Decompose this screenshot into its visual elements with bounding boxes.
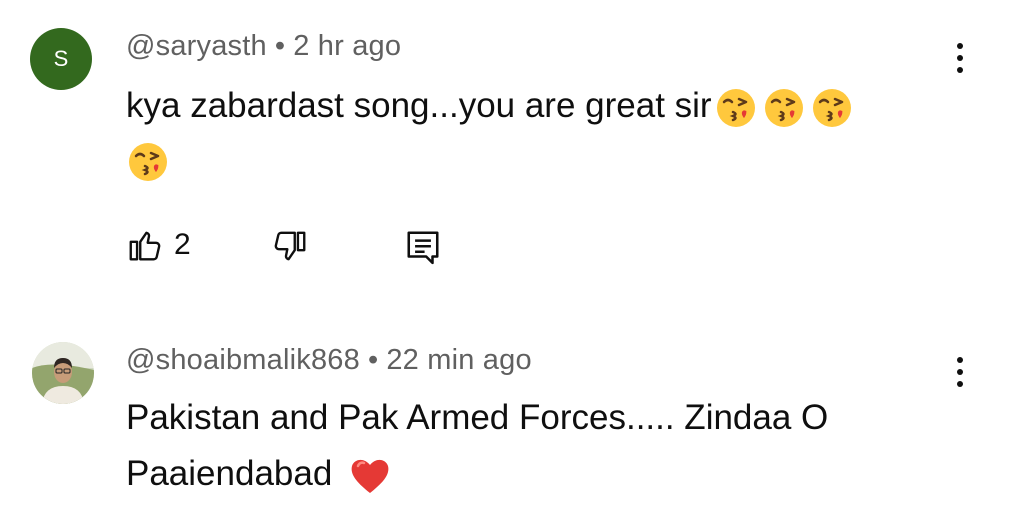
kiss-emoji-icon [812, 88, 851, 127]
kiss-emoji-icon [129, 142, 167, 181]
avatar-letter: S [53, 46, 69, 71]
red-heart-icon [351, 459, 389, 493]
profile-photo-icon [32, 342, 94, 404]
more-options-button[interactable] [948, 36, 972, 80]
comment-text: Pakistan and Pak Armed Forces..... Zinda… [126, 398, 829, 437]
emoji-group [714, 86, 854, 130]
comment-time[interactable]: 22 min ago [386, 344, 532, 376]
reply-icon [407, 231, 439, 265]
more-options-button[interactable] [948, 350, 972, 394]
dislike-icon [274, 231, 306, 261]
comment-author[interactable]: @shoaibmalik868 [126, 344, 360, 376]
comment-time[interactable]: 2 hr ago [293, 30, 401, 62]
kiss-emoji-icon [764, 88, 803, 127]
kiss-emoji-icon [716, 88, 755, 127]
comment-text-line2: Paaiendabad [126, 446, 392, 502]
reply-button[interactable] [404, 226, 442, 268]
comment-author[interactable]: @saryasth [126, 30, 267, 62]
like-icon [129, 231, 161, 261]
more-vert-icon [957, 357, 963, 363]
meta-separator: • [367, 344, 379, 376]
more-vert-icon [957, 43, 963, 49]
like-button[interactable]: 2 [126, 224, 191, 266]
comment-meta: @shoaibmalik868 • 22 min ago [126, 344, 532, 377]
meta-separator: • [274, 30, 286, 62]
like-count: 2 [174, 228, 191, 261]
comment-text: kya zabardast song...you are great sir [126, 78, 854, 134]
dislike-button[interactable] [271, 226, 309, 268]
comment-item: @shoaibmalik868 • 22 min ago Pakistan and … [0, 300, 1024, 510]
comment-text-line2 [126, 132, 170, 188]
avatar[interactable] [32, 342, 94, 404]
avatar[interactable]: S [30, 28, 92, 90]
comment-item: S @saryasth • 2 hr ago kya zabardast song.… [0, 0, 1024, 300]
comment-meta: @saryasth • 2 hr ago [126, 30, 401, 63]
